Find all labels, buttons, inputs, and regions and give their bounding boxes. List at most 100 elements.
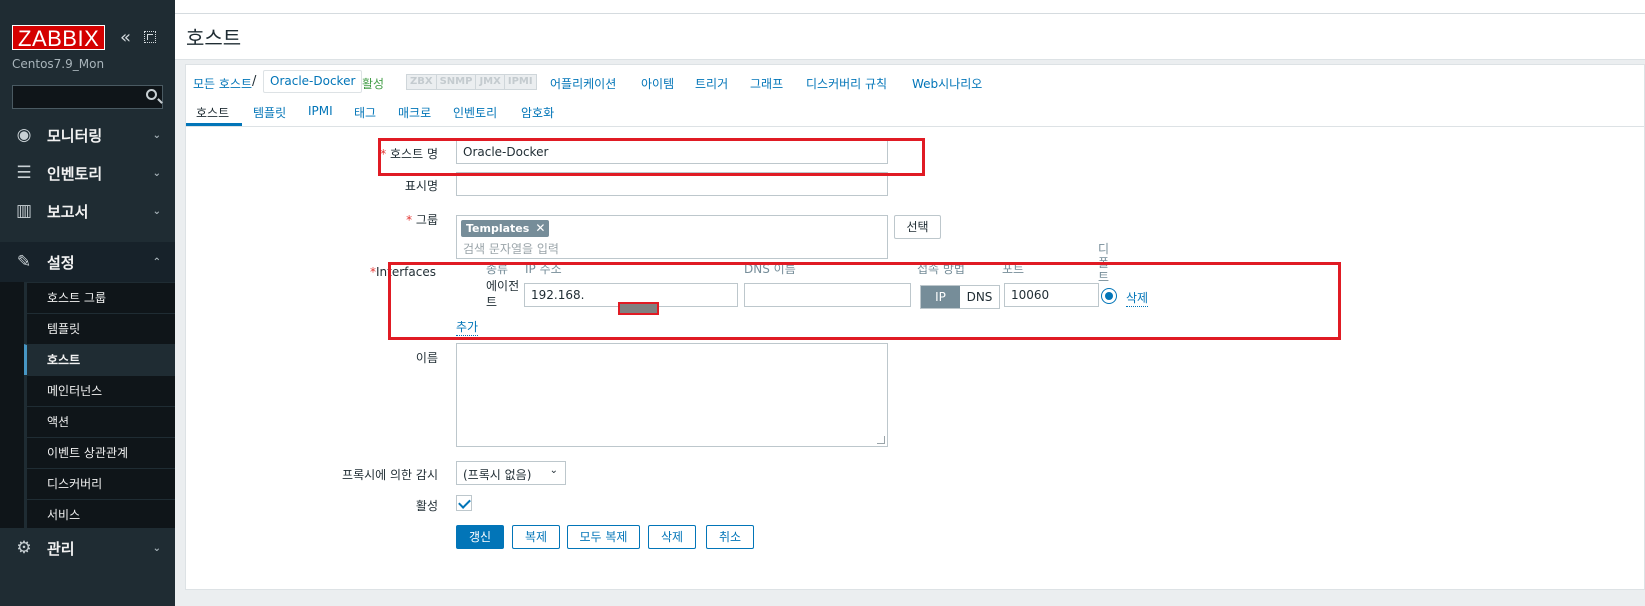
remove-chip-icon[interactable]: ✕ <box>535 220 545 237</box>
tab-templates[interactable]: 템플릿 <box>253 104 286 121</box>
submenu-templates[interactable]: 템플릿 <box>24 313 175 344</box>
groups-multiselect[interactable]: Templates ✕ 검색 문자열을 입력 <box>456 215 888 259</box>
groups-label: * 그룹 <box>406 213 438 227</box>
proxy-label: 프록시에 의한 감시 <box>342 468 438 482</box>
menu-label: 설정 <box>47 253 75 272</box>
availability-badges: ZBX SNMP JMX IPMI <box>406 74 537 90</box>
tab-inventory[interactable]: 인벤토리 <box>453 104 497 121</box>
sidebar-search-input[interactable] <box>12 85 163 109</box>
enabled-checkbox[interactable] <box>456 495 472 511</box>
breadcrumb-all-hosts[interactable]: 모든 호스트 <box>193 75 252 92</box>
breadcrumb-current-host[interactable]: Oracle-Docker <box>263 70 363 93</box>
iface-header-default: 디폴트 <box>1098 242 1110 284</box>
cancel-button[interactable]: 취소 <box>706 525 754 549</box>
active-tab-indicator <box>186 123 242 126</box>
submenu-event-correlation[interactable]: 이벤트 상관관계 <box>24 437 175 468</box>
proxy-selected-value: (프록시 없음) <box>463 468 532 482</box>
menu-reports[interactable]: ▥ 보고서 ⌄ <box>0 191 175 231</box>
interfaces-label: *Interfaces <box>370 265 436 279</box>
iface-port-input[interactable]: 10060 <box>1004 283 1099 307</box>
iface-header-connect: 접속 방법 <box>917 262 965 276</box>
menu-monitoring[interactable]: ◉ 모니터링 ⌄ <box>0 115 175 155</box>
iface-header-ip: IP 주소 <box>525 262 562 276</box>
tab-host[interactable]: 호스트 <box>196 104 229 121</box>
connect-dns-option[interactable]: DNS <box>960 286 999 308</box>
menu-administration[interactable]: ⚙ 관리 ⌄ <box>0 528 175 568</box>
groups-search-placeholder[interactable]: 검색 문자열을 입력 <box>463 240 559 257</box>
server-name: Centos7.9_Mon <box>12 57 105 71</box>
nav-triggers[interactable]: 트리거 <box>695 75 728 92</box>
redacted-ip-block <box>618 302 659 315</box>
nav-items[interactable]: 아이템 <box>641 75 674 92</box>
description-textarea[interactable] <box>456 343 888 447</box>
clone-button[interactable]: 복제 <box>512 525 560 549</box>
collapse-sidebar-icon[interactable]: « <box>120 29 131 47</box>
submenu-actions[interactable]: 액션 <box>24 406 175 437</box>
tab-ipmi[interactable]: IPMI <box>308 104 333 118</box>
iface-header-type: 종류 <box>486 262 509 276</box>
iface-dns-input[interactable] <box>744 283 911 307</box>
zbx-badge: ZBX <box>407 75 437 89</box>
group-chip: Templates ✕ <box>461 220 550 237</box>
chevron-down-icon: ⌄ <box>549 465 558 476</box>
iface-header-port: 포트 <box>1002 262 1025 276</box>
breadcrumb-separator: / <box>252 74 257 89</box>
update-button[interactable]: 갱신 <box>456 525 504 549</box>
submenu-services[interactable]: 서비스 <box>24 499 175 530</box>
host-name-input[interactable]: Oracle-Docker <box>456 140 888 164</box>
connect-ip-option[interactable]: IP <box>921 286 960 308</box>
menu-configuration[interactable]: ✎ 설정 ⌃ <box>0 242 175 282</box>
chevron-down-icon: ⌄ <box>152 167 161 179</box>
visible-name-input[interactable] <box>456 172 888 196</box>
menu-label: 인벤토리 <box>47 164 103 183</box>
search-icon[interactable] <box>146 89 157 100</box>
gear-icon: ⚙ <box>16 538 32 558</box>
zabbix-logo[interactable]: ZABBIX <box>12 25 106 51</box>
iface-type-agent: 에이전트 <box>486 279 520 309</box>
iface-header-dns: DNS 이름 <box>744 262 796 276</box>
list-icon: ☰ <box>16 163 32 183</box>
visible-name-label: 표시명 <box>404 179 438 193</box>
proxy-select[interactable]: (프록시 없음) ⌄ <box>456 461 566 485</box>
host-edit-panel: 모든 호스트 / Oracle-Docker 활성 ZBX SNMP JMX I… <box>185 64 1645 590</box>
bar-chart-icon: ▥ <box>15 201 33 221</box>
sidebar: ZABBIX « Centos7.9_Mon ◉ 모니터링 ⌄ ☰ 인벤토리 ⌄… <box>0 0 175 606</box>
tab-macros[interactable]: 매크로 <box>398 104 431 121</box>
chevron-down-icon: ⌄ <box>152 129 161 141</box>
submenu-maintenance[interactable]: 메인터넌스 <box>24 375 175 406</box>
chevron-down-icon: ⌄ <box>152 205 161 217</box>
snmp-badge: SNMP <box>436 75 477 89</box>
tab-encryption[interactable]: 암호화 <box>521 104 554 121</box>
menu-label: 관리 <box>47 539 75 558</box>
iface-default-radio[interactable] <box>1101 288 1117 304</box>
tab-tags[interactable]: 태그 <box>354 104 376 121</box>
chevron-up-icon: ⌃ <box>152 256 161 268</box>
nav-graphs[interactable]: 그래프 <box>750 75 783 92</box>
nav-discovery-rules[interactable]: 디스커버리 규칙 <box>806 75 887 92</box>
top-strip <box>175 0 1645 14</box>
delete-button[interactable]: 삭제 <box>648 525 696 549</box>
submenu-host-groups[interactable]: 호스트 그룹 <box>24 282 175 313</box>
host-name-label: * 호스트 명 <box>380 147 438 161</box>
submenu-hosts[interactable]: 호스트 <box>24 344 175 375</box>
host-status[interactable]: 활성 <box>362 75 384 92</box>
description-label: 이름 <box>415 351 438 365</box>
enabled-label: 활성 <box>415 499 438 513</box>
nav-applications[interactable]: 어플리케이션 <box>550 75 616 92</box>
brand: ZABBIX <box>12 25 106 51</box>
iface-connect-toggle: IP DNS <box>920 285 1000 309</box>
menu-inventory[interactable]: ☰ 인벤토리 ⌄ <box>0 153 175 193</box>
kiosk-mode-icon[interactable] <box>144 31 156 43</box>
full-clone-button[interactable]: 모두 복제 <box>567 525 640 549</box>
add-interface-link[interactable]: 추가 <box>456 318 479 336</box>
menu-label: 모니터링 <box>47 126 103 145</box>
eye-icon: ◉ <box>16 125 32 145</box>
ipmi-badge: IPMI <box>504 75 536 89</box>
form-tabs: 호스트 템플릿 IPMI 태그 매크로 인벤토리 암호화 <box>186 98 1644 127</box>
nav-web-scenarios[interactable]: Web시나리오 <box>912 75 982 92</box>
select-groups-button[interactable]: 선택 <box>894 215 941 239</box>
submenu-discovery[interactable]: 디스커버리 <box>24 468 175 499</box>
iface-remove-link[interactable]: 삭제 <box>1126 289 1149 307</box>
wrench-icon: ✎ <box>16 252 32 272</box>
page-title: 호스트 <box>186 26 242 50</box>
